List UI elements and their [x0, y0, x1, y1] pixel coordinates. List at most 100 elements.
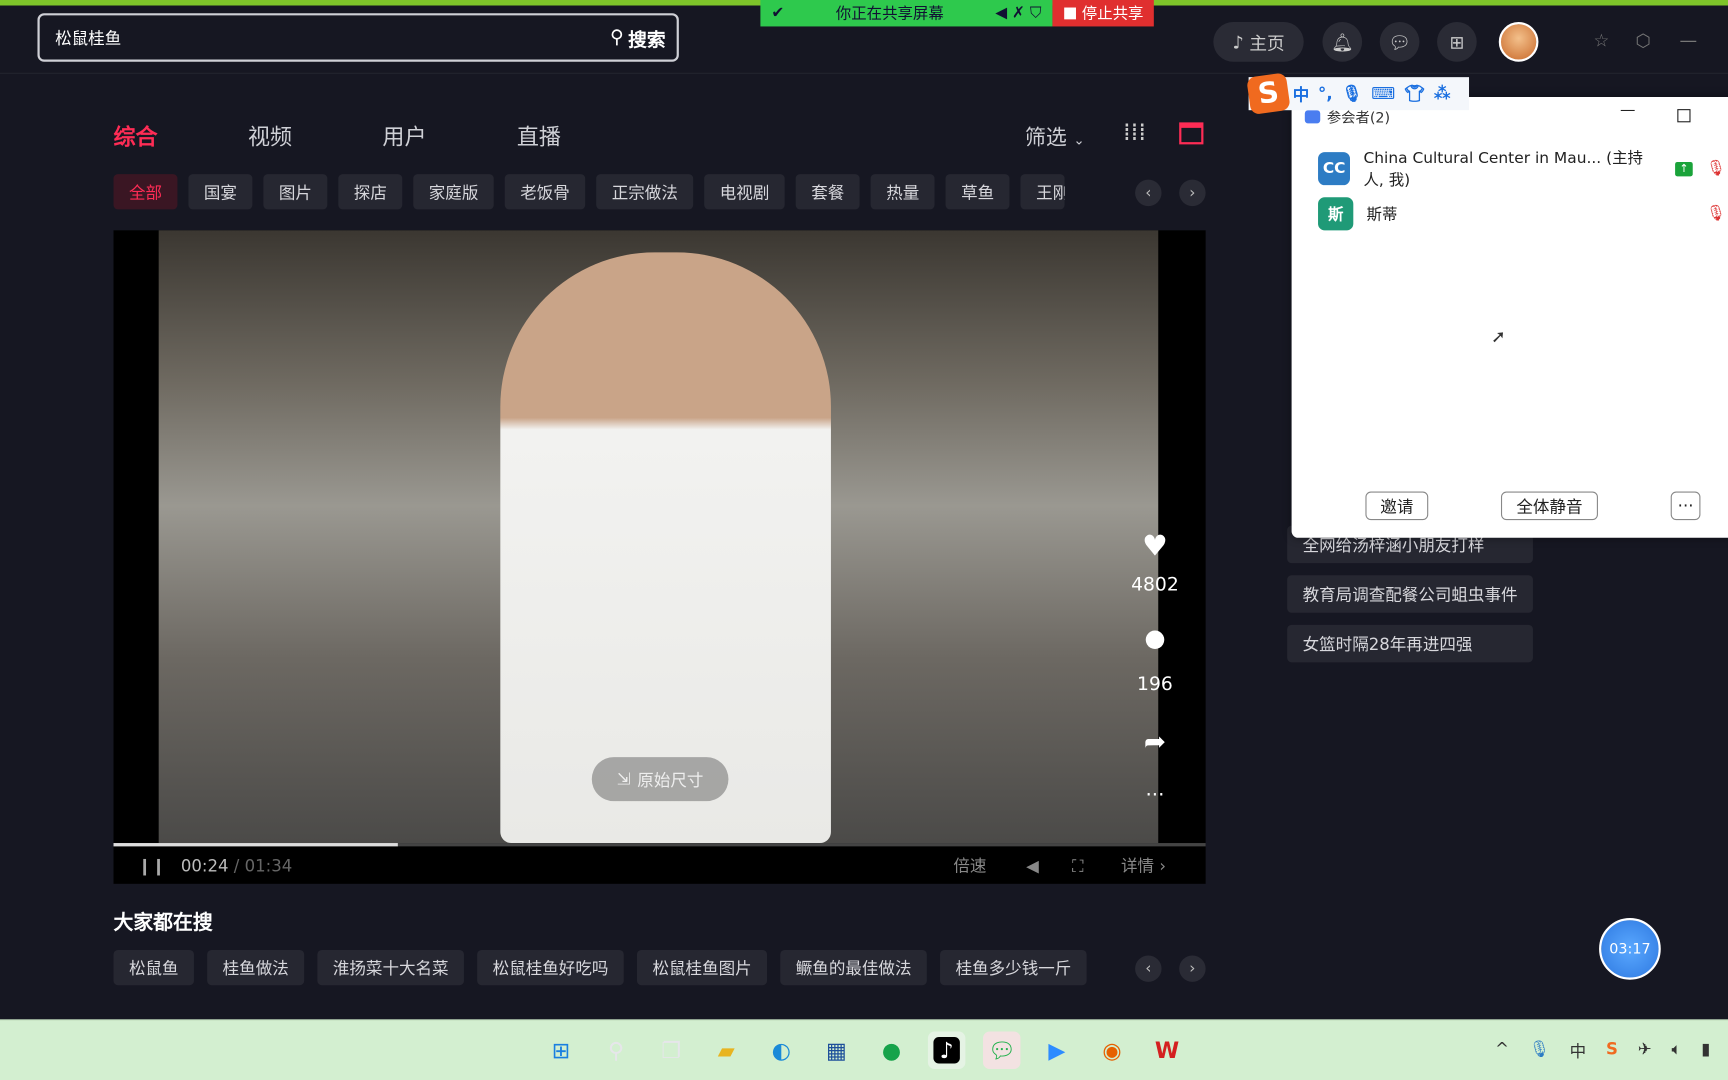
trending-item[interactable]: 教育局调查配餐公司蛆虫事件: [1287, 575, 1533, 613]
more-button[interactable]: ···: [1670, 491, 1701, 521]
keyboard-icon[interactable]: ⌨: [1371, 84, 1395, 104]
skin-icon[interactable]: 👕︎: [1404, 84, 1425, 104]
original-size-button[interactable]: ⇲ 原始尺寸: [591, 757, 729, 802]
chip[interactable]: 热量: [870, 174, 935, 210]
shield-icon[interactable]: ⬡: [1635, 30, 1650, 51]
chip[interactable]: 电视剧: [704, 174, 785, 210]
volume-icon[interactable]: 🔈︎: [1671, 1039, 1681, 1062]
details-link[interactable]: 详情 ›: [1121, 854, 1166, 877]
chip[interactable]: 老饭骨: [504, 174, 586, 210]
search-button[interactable]: ⚲ 搜索: [610, 24, 666, 51]
hot-search-item[interactable]: 松鼠鱼: [113, 949, 194, 986]
filter-dropdown[interactable]: 筛选 ⌄: [1025, 121, 1085, 151]
wps-icon[interactable]: W: [1148, 1032, 1185, 1069]
airplane-icon[interactable]: ✈: [1638, 1039, 1652, 1062]
bell-icon[interactable]: 🔔︎: [1322, 22, 1363, 62]
comment-icon[interactable]: ●: [1133, 625, 1177, 653]
chip[interactable]: 草鱼: [945, 174, 1010, 210]
chip[interactable]: 国宴: [188, 174, 253, 210]
like-icon[interactable]: ♥: [1133, 530, 1177, 563]
upload-icon[interactable]: ⊞: [1437, 22, 1477, 62]
mute-all-button[interactable]: 全体静音: [1500, 491, 1598, 521]
search-input[interactable]: 松鼠桂鱼: [55, 26, 121, 49]
chevron-down-icon: ⌄: [1073, 132, 1085, 148]
stop-share-button[interactable]: ■ 停止共享: [1052, 0, 1154, 27]
chip[interactable]: 探店: [338, 174, 403, 210]
invite-button[interactable]: 邀请: [1365, 491, 1429, 521]
apps-icon[interactable]: ⁂: [1434, 84, 1451, 104]
minimize-icon[interactable]: —: [1680, 30, 1698, 51]
time-total: 01:34: [244, 855, 293, 876]
ime-mode[interactable]: 中: [1293, 82, 1310, 105]
fullscreen-icon[interactable]: ⛶: [1072, 856, 1084, 876]
chip[interactable]: 全部: [113, 174, 178, 210]
minimize-icon[interactable]: —: [1620, 101, 1635, 119]
tiktok-taskbar-icon[interactable]: ♪: [927, 1031, 966, 1069]
ime-icon[interactable]: 中: [1570, 1039, 1587, 1062]
tab-all[interactable]: 综合: [114, 119, 248, 151]
avatar[interactable]: [1498, 22, 1539, 62]
chip[interactable]: 家庭版: [413, 174, 494, 210]
tab-video[interactable]: 视频: [248, 119, 382, 151]
task-view-icon[interactable]: ❐: [652, 1032, 689, 1069]
microphone-icon[interactable]: 🎙︎: [1341, 84, 1362, 104]
tab-user[interactable]: 用户: [382, 119, 516, 151]
video-player[interactable]: ⇲ 原始尺寸 ♥ 4802 ● 196 ➦ ··· ❙❙ 00:24 / 01:3…: [113, 230, 1206, 884]
volume-icon[interactable]: ◀: [1026, 856, 1039, 876]
maximize-icon[interactable]: [1677, 109, 1691, 123]
store-icon[interactable]: ▦: [818, 1032, 855, 1069]
chip[interactable]: 王刚: [1020, 174, 1065, 210]
wechat-icon[interactable]: 💬︎: [983, 1031, 1021, 1069]
battery-icon[interactable]: ▮: [1701, 1039, 1710, 1062]
timer-badge[interactable]: 03:17: [1599, 917, 1661, 980]
home-button[interactable]: ♪ 主页: [1213, 22, 1304, 62]
speed-button[interactable]: 倍速: [953, 854, 986, 877]
comment-count: 196: [1137, 673, 1173, 696]
grid-view-icon[interactable]: ⁞⁞⁞: [1123, 119, 1146, 147]
microphone-icon[interactable]: 🎙︎: [1529, 1039, 1550, 1062]
pause-icon[interactable]: ❙❙: [138, 856, 166, 876]
hot-search-item[interactable]: 松鼠桂鱼图片: [637, 949, 768, 986]
mouse-cursor-icon: ➚: [1491, 326, 1506, 348]
tab-live[interactable]: 直播: [517, 119, 651, 151]
share-icon[interactable]: ➦: [1133, 726, 1177, 757]
mic-muted-icon[interactable]: 🎙︎: [1706, 160, 1726, 178]
chip[interactable]: 正宗做法: [596, 174, 694, 210]
chevron-right-icon[interactable]: ›: [1179, 955, 1206, 982]
chip[interactable]: 套餐: [795, 174, 860, 210]
chip[interactable]: 图片: [263, 174, 328, 210]
file-explorer-icon[interactable]: ▰: [708, 1032, 745, 1069]
search-box[interactable]: 松鼠桂鱼 ⚲ 搜索: [37, 13, 679, 62]
mic-muted-icon[interactable]: 🎙︎: [1706, 205, 1726, 223]
hot-search-item[interactable]: 淮扬菜十大名菜: [317, 949, 465, 986]
progress-bar[interactable]: [113, 843, 1206, 847]
sogou-icon[interactable]: S: [1606, 1039, 1618, 1062]
participant-name: China Cultural Center in Mau... (主持人, 我): [1363, 149, 1643, 190]
chevron-left-icon[interactable]: ‹: [1135, 955, 1162, 982]
screen-share-bar: ✔ 你正在共享屏幕 ◀ ✗ ⛉ ■ 停止共享: [760, 0, 1154, 27]
participant-row[interactable]: CC China Cultural Center in Mau... (主持人,…: [1318, 147, 1726, 191]
more-icon[interactable]: ···: [1133, 784, 1177, 807]
chevron-up-icon[interactable]: ^: [1495, 1039, 1509, 1062]
message-icon[interactable]: 💬︎: [1379, 22, 1420, 62]
wechat-files-icon[interactable]: ●: [873, 1032, 910, 1069]
hot-search-item[interactable]: 鳜鱼的最佳做法: [780, 949, 927, 986]
stop-icon: ■: [1062, 4, 1078, 23]
hot-search-item[interactable]: 桂鱼做法: [207, 949, 305, 986]
firefox-icon[interactable]: ◉: [1093, 1032, 1130, 1069]
edge-icon[interactable]: ◐: [763, 1032, 800, 1069]
participant-row[interactable]: 斯 斯蒂 🎙︎: [1318, 197, 1726, 231]
pin-icon[interactable]: ☆: [1594, 30, 1610, 51]
search-icon[interactable]: ⚲: [597, 1032, 634, 1069]
hot-search-item[interactable]: 桂鱼多少钱一斤: [940, 949, 1087, 986]
windows-start-icon[interactable]: ⊞: [542, 1032, 579, 1069]
share-screen-icon: ↑: [1674, 161, 1693, 176]
chevron-right-icon[interactable]: ›: [1179, 179, 1206, 207]
punctuation-icon[interactable]: °,: [1318, 84, 1333, 104]
single-view-icon[interactable]: [1179, 122, 1204, 145]
hot-search-item[interactable]: 松鼠桂鱼好吃吗: [477, 949, 624, 986]
zoom-app-icon[interactable]: ▶: [1038, 1032, 1075, 1069]
trending-item[interactable]: 女篮时隔28年再进四强: [1287, 624, 1533, 663]
system-tray: ^ 🎙︎ 中 S ✈ 🔈︎ ▮: [1495, 1039, 1710, 1062]
chevron-left-icon[interactable]: ‹: [1135, 179, 1162, 207]
